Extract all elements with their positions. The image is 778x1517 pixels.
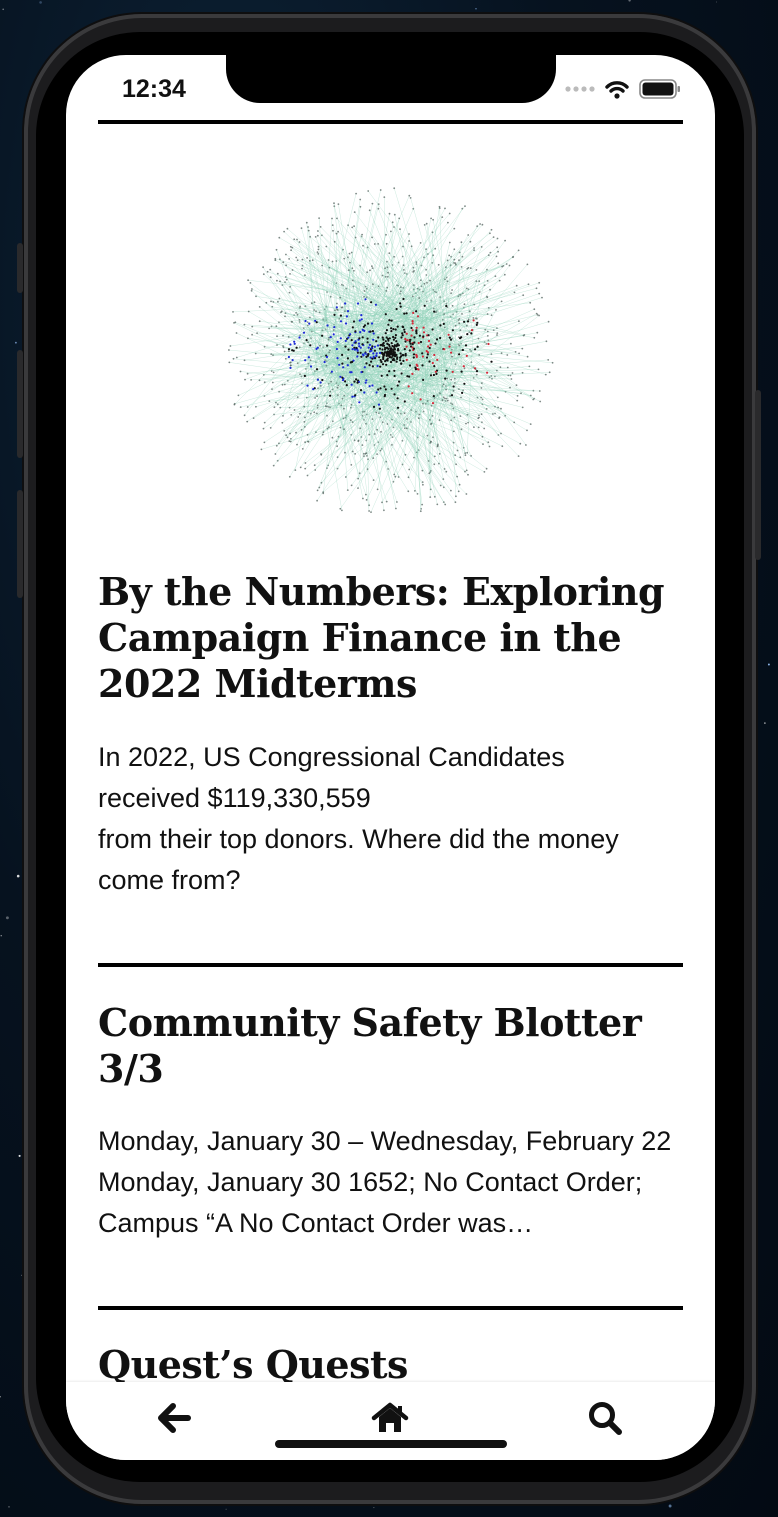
summary-line: In 2022, US Congressional Candidates [98,742,565,772]
home-icon [371,1402,409,1432]
summary-line: from their top donors. Where did the mon… [98,824,619,895]
article-divider [98,963,683,967]
battery-icon [639,79,680,99]
status-time: 12:34 [122,75,186,103]
article-headline[interactable]: Community Safety Blotter 3/3 [98,1000,678,1092]
article-headline[interactable]: By the Numbers: Exploring Campaign Finan… [98,569,678,707]
back-button[interactable] [152,1396,196,1440]
article-summary: In 2022, US Congressional Candidates rec… [98,737,688,901]
volume-up-button [17,350,23,458]
cellular-signal-icon [565,86,595,92]
network-graph-image[interactable] [218,179,563,527]
mute-switch [17,243,23,293]
article-summary: Monday, January 30 – Wednesday, February… [98,1126,672,1238]
volume-down-button [17,490,23,598]
search-icon [589,1402,622,1435]
power-button [755,390,761,560]
arrow-left-icon [158,1403,191,1433]
bottom-nav-bar [66,1382,715,1460]
article-divider [98,1306,683,1310]
wifi-icon [605,80,629,99]
search-button[interactable] [583,1396,627,1440]
status-icons [565,79,681,99]
summary-line: received $119,330,559 [98,783,371,813]
home-indicator [275,1440,507,1448]
top-divider [98,120,683,124]
home-button[interactable] [368,1396,412,1440]
notch [226,55,556,103]
phone-screen: 12:34 By the Numbers: Exploring Campaign… [66,55,715,1460]
